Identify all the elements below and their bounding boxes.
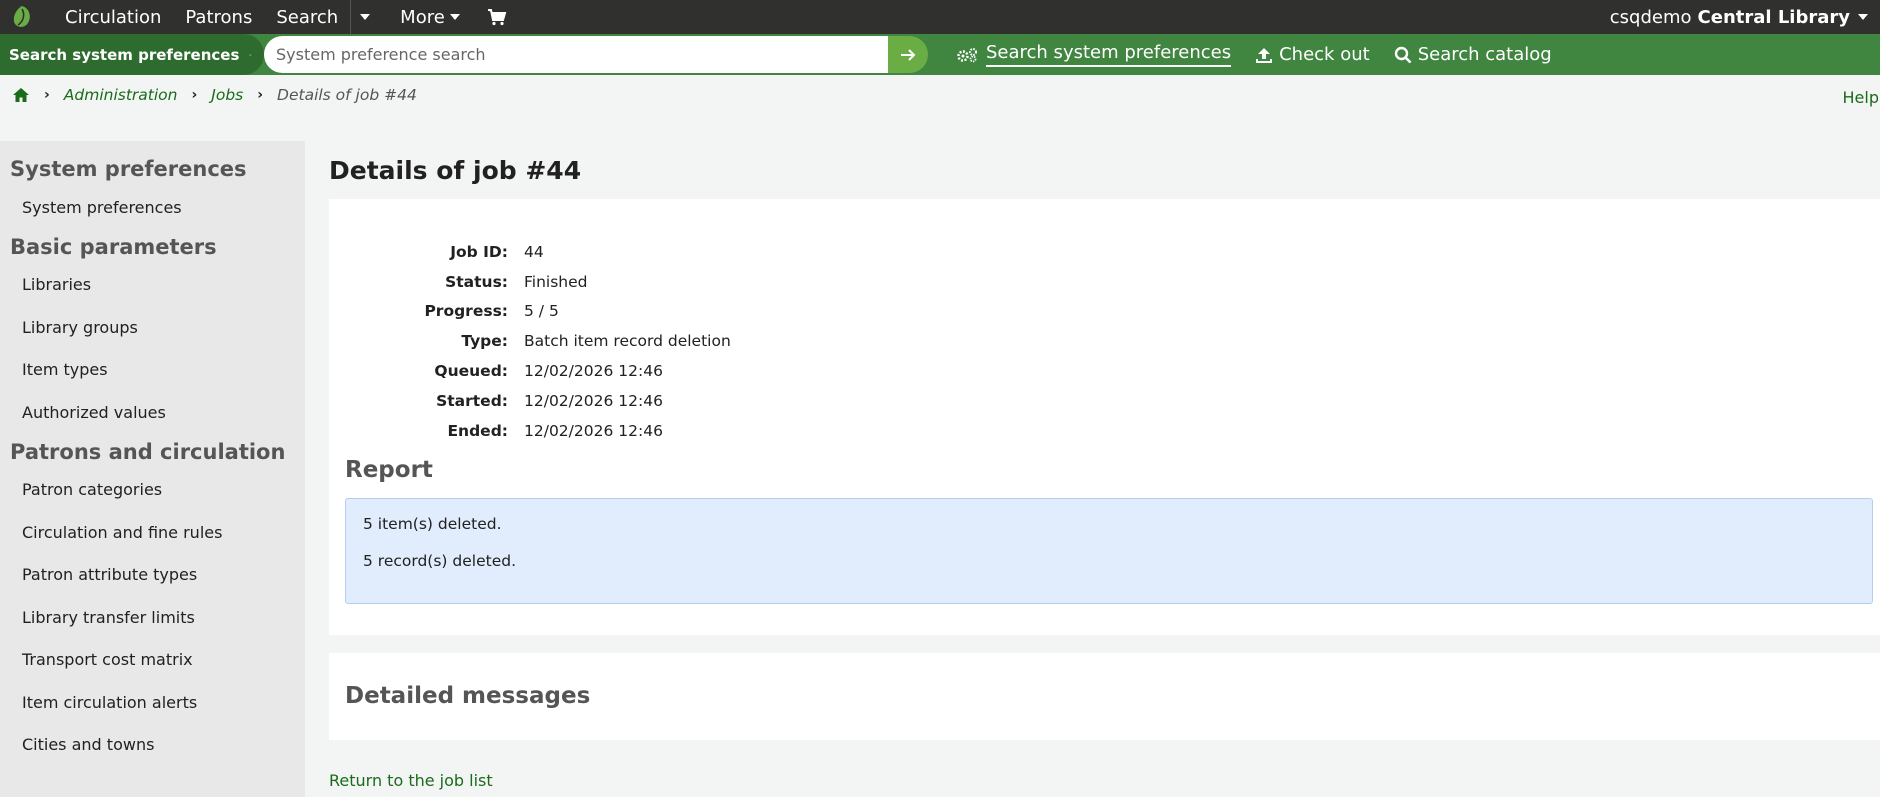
syspref-search-input[interactable] [264, 36, 888, 73]
detail-row-status: Status: Finished [329, 267, 1229, 297]
detail-value: 12/02/2026 12:46 [524, 362, 663, 381]
chevron-down-icon [359, 14, 370, 20]
sidebar-item-cities-and-towns[interactable]: Cities and towns [0, 724, 305, 767]
breadcrumb-separator: › [257, 87, 264, 103]
header-search-bar: Search system preferences Search system … [0, 34, 1880, 75]
job-details-panel: Job ID: 44 Status: Finished Progress: 5 … [329, 199, 1880, 635]
report-line: 5 record(s) deleted. [363, 552, 516, 570]
detail-row-started: Started: 12/02/2026 12:46 [329, 386, 1229, 416]
tab-search-system-preferences[interactable]: Search system preferences [948, 34, 1239, 75]
search-type-text: Search system preferences [9, 45, 240, 64]
detailed-messages-panel: Detailed messages [329, 653, 1880, 740]
tab-label: Search catalog [1417, 44, 1552, 65]
sidebar-item-system-preferences[interactable]: System preferences [0, 186, 305, 229]
arrow-right-icon [901, 48, 916, 61]
detail-row-ended: Ended: 12/02/2026 12:46 [329, 416, 1229, 446]
detail-value: 12/02/2026 12:46 [524, 391, 663, 410]
sidebar-item-item-types[interactable]: Item types [0, 349, 305, 392]
sidebar-item-circulation-and-fine-rules[interactable]: Circulation and fine rules [0, 511, 305, 554]
tab-check-out[interactable]: Check out [1247, 34, 1378, 75]
detail-label: Queued: [434, 362, 508, 381]
sidebar-item-transport-cost-matrix[interactable]: Transport cost matrix [0, 639, 305, 682]
sidebar-heading-patrons-and-circulation: Patrons and circulation [10, 439, 286, 464]
report-heading: Report [345, 457, 433, 483]
nav-patrons[interactable]: Patrons [173, 0, 264, 34]
chevron-down-icon [449, 14, 460, 20]
detail-value: 12/02/2026 12:46 [524, 421, 663, 440]
detail-label: Ended: [447, 421, 508, 440]
detail-row-type: Type: Batch item record deletion [329, 326, 1229, 356]
upload-icon [1256, 47, 1273, 63]
detail-value: Batch item record deletion [524, 332, 731, 351]
breadcrumb-current: Details of job #44 [277, 86, 417, 104]
tab-label: Search system preferences [986, 42, 1232, 67]
admin-sidebar: System preferences System preferences Ba… [0, 141, 305, 797]
search-type-label[interactable]: Search system preferences [0, 34, 264, 75]
sidebar-heading-basic-parameters: Basic parameters [10, 234, 217, 259]
top-navbar: Circulation Patrons Search More csqdemo … [0, 0, 1880, 34]
cart-icon[interactable] [480, 0, 514, 34]
detail-value: Finished [524, 272, 588, 291]
home-icon[interactable] [12, 87, 30, 103]
tab-search-catalog[interactable]: Search catalog [1386, 34, 1560, 75]
search-submit-button[interactable] [888, 36, 928, 73]
detail-label: Type: [461, 332, 508, 351]
detail-row-progress: Progress: 5 / 5 [329, 297, 1229, 327]
page-title: Details of job #44 [329, 156, 582, 185]
detail-value: 5 / 5 [524, 302, 559, 321]
nav-circulation[interactable]: Circulation [53, 0, 173, 34]
detail-row-queued: Queued: 12/02/2026 12:46 [329, 356, 1229, 386]
help-link[interactable]: Help [1843, 88, 1880, 107]
username: csqdemo [1609, 6, 1692, 28]
sidebar-item-item-circulation-alerts[interactable]: Item circulation alerts [0, 681, 305, 724]
search-icon [1394, 46, 1412, 63]
report-message-box: 5 item(s) deleted. 5 record(s) deleted. [345, 498, 1873, 604]
nav-search[interactable]: Search [264, 0, 350, 34]
detail-label: Progress: [424, 302, 508, 321]
detail-label: Started: [436, 391, 508, 410]
search-dropdown-toggle[interactable] [350, 0, 378, 34]
nav-more-label: More [400, 6, 445, 28]
nav-more[interactable]: More [388, 0, 472, 34]
detailed-messages-heading: Detailed messages [345, 683, 591, 709]
tab-label: Check out [1279, 44, 1370, 65]
sidebar-item-patron-attribute-types[interactable]: Patron attribute types [0, 554, 305, 597]
detail-row-job-id: Job ID: 44 [329, 237, 1229, 267]
breadcrumb-administration[interactable]: Administration [64, 86, 178, 104]
sidebar-heading-system-preferences: System preferences [10, 157, 247, 181]
breadcrumb-separator: › [191, 87, 198, 103]
job-details-list: Job ID: 44 Status: Finished Progress: 5 … [329, 237, 1229, 446]
logged-in-user-menu[interactable]: csqdemo Central Library [1610, 0, 1880, 34]
gears-icon [249, 53, 252, 56]
breadcrumb: › Administration › Jobs › Details of job… [12, 86, 417, 104]
detail-label: Job ID: [450, 242, 508, 261]
chevron-down-icon [1858, 14, 1868, 20]
sidebar-item-library-groups[interactable]: Library groups [0, 306, 305, 349]
sidebar-item-libraries[interactable]: Libraries [0, 264, 305, 307]
koha-logo-icon[interactable] [0, 0, 44, 34]
return-to-job-list-link[interactable]: Return to the job list [329, 771, 493, 790]
report-line: 5 item(s) deleted. [363, 515, 502, 533]
sidebar-item-patron-categories[interactable]: Patron categories [0, 469, 305, 512]
main-content: Details of job #44 Job ID: 44 Status: Fi… [329, 141, 1880, 790]
detail-label: Status: [445, 272, 508, 291]
sidebar-item-library-transfer-limits[interactable]: Library transfer limits [0, 596, 305, 639]
breadcrumb-jobs[interactable]: Jobs [211, 86, 243, 104]
current-library: Central Library [1697, 6, 1850, 28]
detail-value: 44 [524, 242, 544, 261]
breadcrumb-separator: › [44, 87, 50, 103]
sidebar-item-authorized-values[interactable]: Authorized values [0, 391, 305, 434]
gears-icon [957, 47, 977, 62]
